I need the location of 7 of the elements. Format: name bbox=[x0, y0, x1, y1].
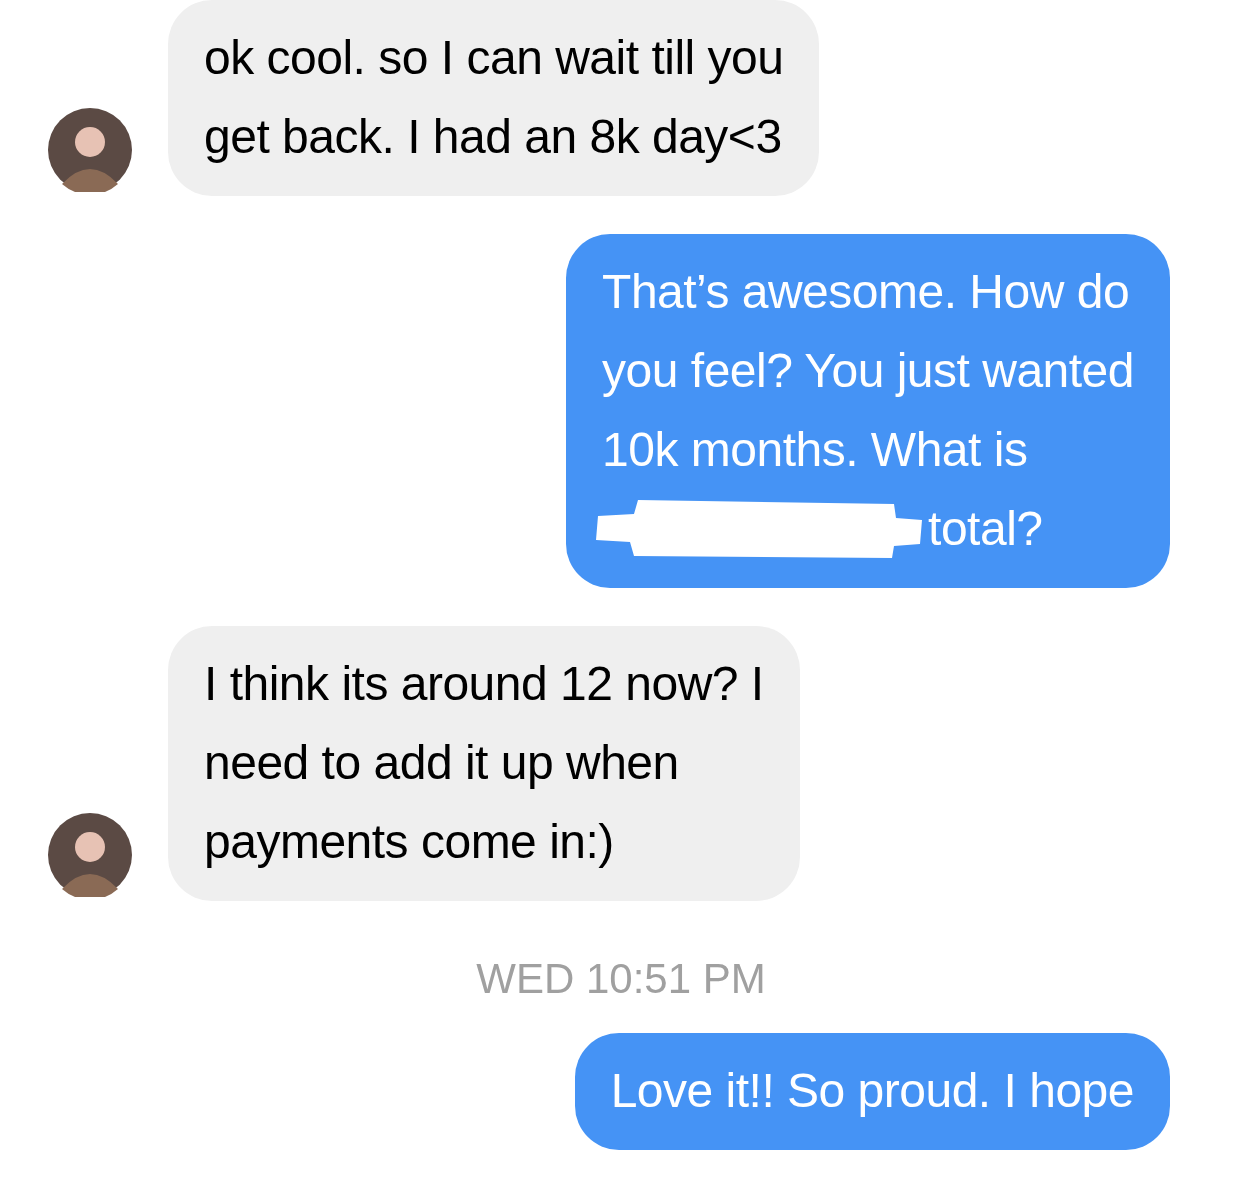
message-text: I think its around 12 now? I need to add it up when payments come in:) bbox=[204, 656, 764, 870]
message-text: total? bbox=[928, 501, 1043, 557]
message-text: Love it!! So proud. I hope bbox=[610, 1063, 1134, 1119]
avatar-icon[interactable] bbox=[48, 108, 132, 192]
avatar-icon[interactable] bbox=[48, 813, 132, 897]
timestamp: WED 10:51 PM bbox=[476, 955, 766, 1003]
message-text: ok cool. so I can wait till you get back. I had an 8k day<3 bbox=[204, 30, 784, 165]
